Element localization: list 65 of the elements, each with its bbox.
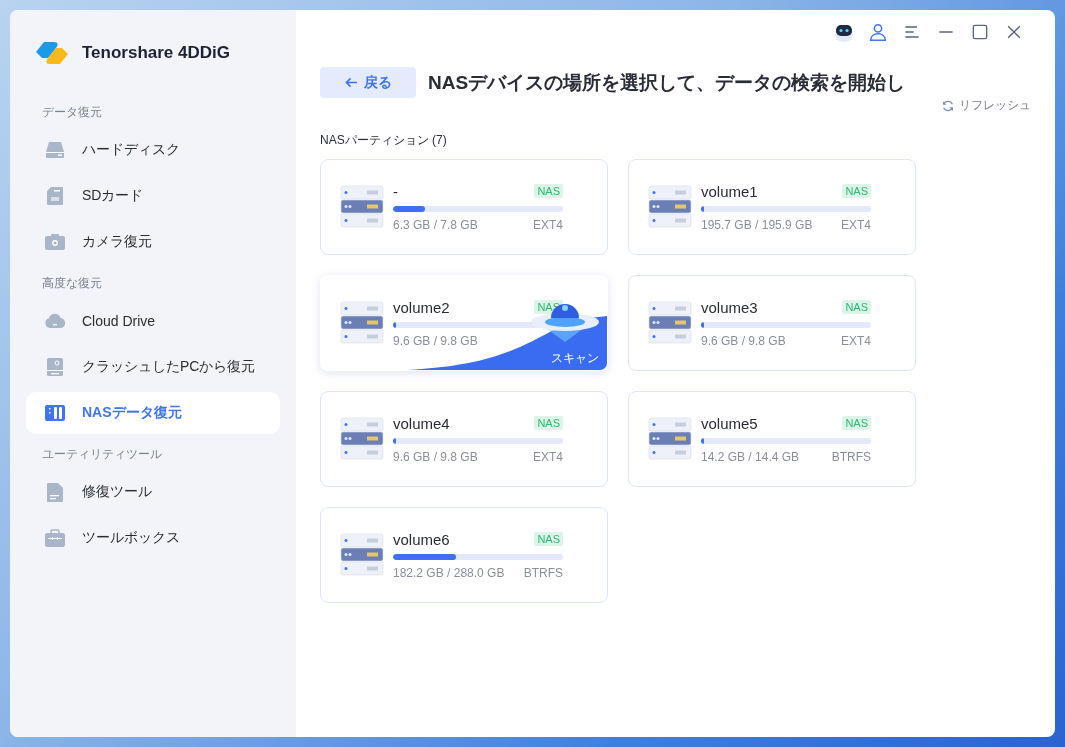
scan-button[interactable]: スキャン	[551, 350, 599, 367]
usage-text: 6.3 GB / 7.8 GB	[393, 217, 478, 232]
sidebar-item[interactable]: 修復ツール	[26, 471, 280, 513]
sidebar-item[interactable]: Cloud Drive	[26, 300, 280, 342]
partition-card[interactable]: volume6 NAS 182.2 GB / 288.0 GB BTRFS	[320, 507, 608, 603]
nas-tag: NAS	[842, 184, 871, 198]
partition-name: volume4	[393, 414, 450, 432]
section-label: ユーティリティツール	[42, 446, 163, 463]
section-label: 高度な復元	[42, 275, 103, 292]
app-name: Tenorshare 4DDiG	[82, 43, 230, 63]
filesystem-label: BTRFS	[523, 565, 563, 580]
nas-tag: NAS	[534, 416, 563, 430]
refresh-button[interactable]: リフレッシュ	[941, 97, 1031, 114]
partition-card[interactable]: volume5 NAS 14.2 GB / 14.4 GB BTRFS	[628, 391, 916, 487]
usage-text: 9.6 GB / 9.8 GB	[393, 449, 478, 464]
drive-icon	[44, 139, 66, 161]
server-icon	[339, 416, 385, 462]
sidebar-item[interactable]: NASデータ復元	[26, 392, 280, 434]
sidebar-item[interactable]: ハードディスク	[26, 129, 280, 171]
sidebar-item[interactable]: ツールボックス	[26, 517, 280, 559]
usage-text: 14.2 GB / 14.4 GB	[701, 449, 800, 464]
server-icon	[647, 300, 693, 346]
partition-name: -	[393, 182, 398, 200]
partition-card[interactable]: volume3 NAS 9.6 GB / 9.8 GB EXT4	[628, 275, 916, 371]
partition-name: volume3	[701, 298, 758, 316]
nas-tag: NAS	[534, 532, 563, 546]
server-icon	[339, 184, 385, 230]
partition-card[interactable]: volume1 NAS 195.7 GB / 195.9 GB EXT4	[628, 159, 916, 255]
partition-card[interactable]: - NAS 6.3 GB / 7.8 GB EXT4	[320, 159, 608, 255]
toolbox-icon	[44, 527, 66, 549]
restore-drive-icon	[44, 356, 66, 378]
server-icon	[339, 300, 385, 346]
filesystem-label: EXT4	[533, 217, 563, 232]
filesystem-label: EXT4	[841, 217, 871, 232]
sd-card-icon	[44, 185, 66, 207]
sidebar-item[interactable]: カメラ復元	[26, 221, 280, 263]
nas-icon	[44, 402, 66, 424]
refresh-icon	[941, 98, 955, 113]
sidebar-item[interactable]: SDカード	[26, 175, 280, 217]
camera-icon	[44, 231, 66, 253]
partition-name: volume1	[701, 182, 758, 200]
back-button[interactable]: 戻る	[320, 67, 416, 98]
nas-tag: NAS	[534, 184, 563, 198]
document-icon	[44, 481, 66, 503]
page-title: NASデバイスの場所を選択して、データの検索を開始し	[428, 70, 906, 95]
section-label: データ復元	[42, 104, 103, 121]
partition-name: volume5	[701, 414, 758, 432]
nas-tag: NAS	[842, 300, 871, 314]
server-icon	[339, 532, 385, 578]
nas-tag: NAS	[842, 416, 871, 430]
server-icon	[647, 416, 693, 462]
partition-name: volume2	[393, 298, 450, 316]
usage-text: 182.2 GB / 288.0 GB	[393, 565, 505, 580]
usage-text: 9.6 GB / 9.8 GB	[701, 333, 786, 348]
server-icon	[647, 184, 693, 230]
partition-name: volume6	[393, 530, 450, 548]
partition-card[interactable]: volume4 NAS 9.6 GB / 9.8 GB EXT4	[320, 391, 608, 487]
usage-text: 9.6 GB / 9.8 GB	[393, 333, 478, 348]
usage-text: 195.7 GB / 195.9 GB	[701, 217, 813, 232]
sidebar-item[interactable]: クラッシュしたPCから復元	[26, 346, 280, 388]
filesystem-label: EXT4	[533, 449, 563, 464]
filesystem-label: BTRFS	[831, 449, 871, 464]
back-arrow-icon	[344, 76, 358, 89]
filesystem-label: EXT4	[841, 333, 871, 348]
section-heading: NASパーティション (7)	[320, 132, 448, 149]
